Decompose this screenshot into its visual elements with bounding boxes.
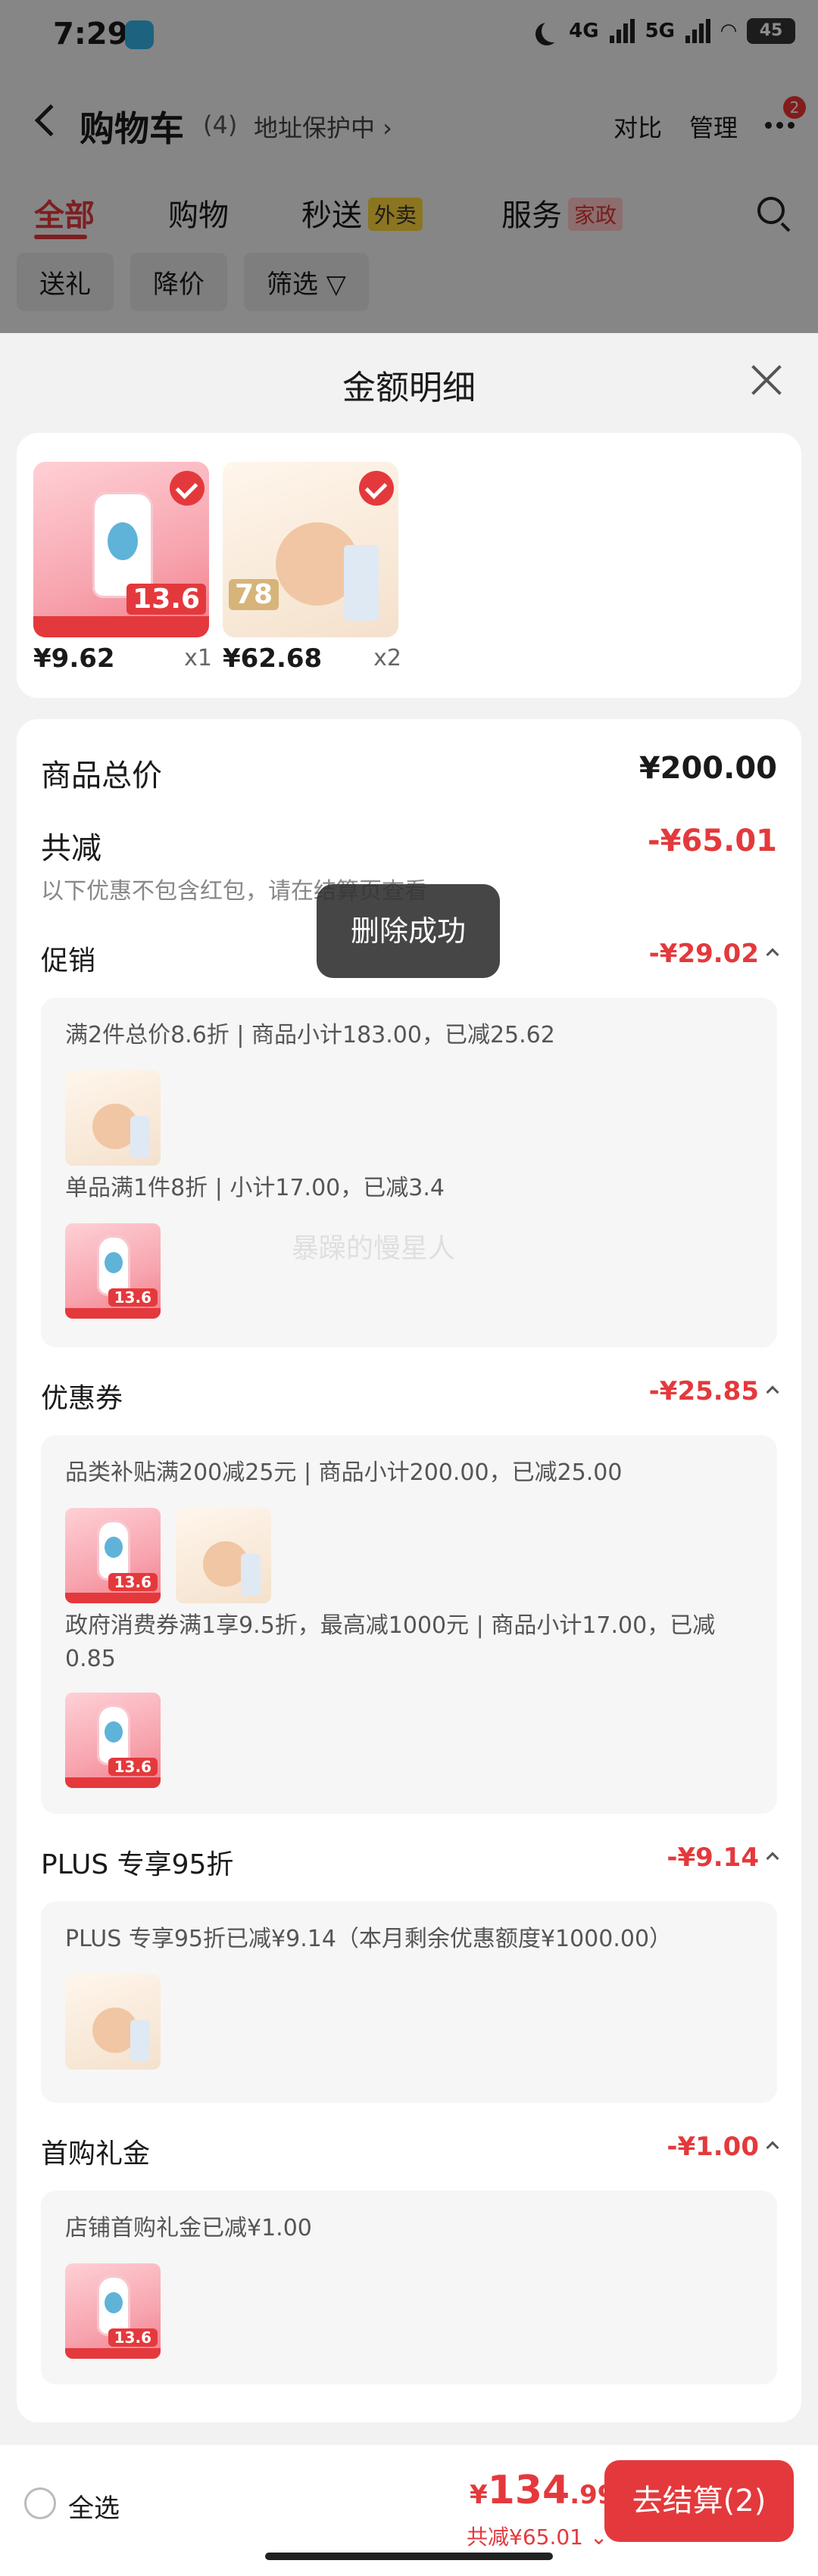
- product-thumb: 13.6: [65, 1693, 161, 1788]
- product-price-tag: 78: [229, 579, 279, 610]
- select-all-radio[interactable]: [24, 2487, 56, 2519]
- thumb-price-tag: 13.6: [108, 2328, 158, 2347]
- coupon-label: 优惠券: [41, 1383, 123, 1414]
- sheet-title: 金额明细: [342, 369, 476, 407]
- product-image: 13.6: [33, 462, 209, 637]
- coupon-value: -¥25.85: [648, 1376, 779, 1406]
- product-item[interactable]: 78 ¥62.68 x2: [223, 462, 404, 674]
- total-integer: 134: [487, 2468, 570, 2513]
- promo-detail: 满2件总价8.6折 | 商品小计183.00，已减25.62 单品满1件8折 |…: [41, 998, 777, 1347]
- plus-label: PLUS 专享95折: [41, 1849, 234, 1880]
- coupon-line: 政府消费券满1享9.5折，最高减1000元 | 商品小计17.00，已减0.85: [65, 1612, 716, 1672]
- promo-value: -¥29.02: [648, 939, 779, 969]
- product-thumb: 13.6: [65, 1223, 161, 1319]
- total-label: 商品总价: [41, 758, 162, 793]
- checkout-button[interactable]: 去结算(2): [604, 2460, 794, 2542]
- reduce-value: -¥65.01: [648, 824, 777, 858]
- product-thumb: [176, 1508, 271, 1603]
- product-thumb: 13.6: [65, 1508, 161, 1603]
- chevron-up-icon: [766, 1852, 779, 1865]
- coupon-section-header[interactable]: 优惠券 -¥25.85: [41, 1376, 779, 1416]
- first-buy-line: 店铺首购礼金已减¥1.00: [65, 2215, 312, 2241]
- currency-symbol: ¥: [470, 2480, 488, 2510]
- plus-detail: PLUS 专享95折已减¥9.14（本月剩余优惠额度¥1000.00）: [41, 1902, 777, 2103]
- product-item[interactable]: 13.6 ¥9.62 x1: [33, 462, 215, 674]
- total-payable: ¥134.99: [470, 2468, 615, 2513]
- product-thumb: [65, 1070, 161, 1166]
- plus-line: PLUS 专享95折已减¥9.14（本月剩余优惠额度¥1000.00）: [65, 1926, 673, 1952]
- reduce-row: 共减 -¥65.01: [41, 824, 777, 867]
- plus-section-header[interactable]: PLUS 专享95折 -¥9.14: [41, 1842, 779, 1882]
- promo-line: 满2件总价8.6折 | 商品小计183.00，已减25.62: [65, 1022, 555, 1048]
- coupon-detail: 品类补贴满200减25元 | 商品小计200.00，已减25.00 13.6 政…: [41, 1435, 777, 1814]
- modal-overlay[interactable]: [0, 0, 818, 333]
- home-indicator[interactable]: [265, 2553, 553, 2560]
- coupon-amount: -¥25.85: [648, 1376, 759, 1406]
- coupon-line: 品类补贴满200减25元 | 商品小计200.00，已减25.00: [65, 1459, 623, 1486]
- total-row: 商品总价 ¥200.00: [41, 751, 777, 795]
- first-buy-detail: 店铺首购礼金已减¥1.00 13.6: [41, 2191, 777, 2384]
- thumb-price-tag: 13.6: [108, 1573, 158, 1591]
- product-price-tag: 13.6: [126, 584, 206, 615]
- amount-detail-sheet: 金额明细 13.6 ¥9.62 x1 78 ¥62.68 x2 商品总价 ¥20…: [0, 333, 818, 2453]
- product-qty: x1: [184, 645, 212, 671]
- checked-icon: [359, 471, 394, 506]
- first-buy-value: -¥1.00: [667, 2132, 779, 2162]
- delete-success-toast: 删除成功: [317, 884, 500, 978]
- promo-label: 促销: [41, 945, 96, 977]
- product-thumb: [65, 1974, 161, 2070]
- thumb-price-tag: 13.6: [108, 1288, 158, 1307]
- product-price: ¥62.68: [223, 643, 323, 674]
- plus-value: -¥9.14: [667, 1842, 779, 1873]
- first-buy-amount: -¥1.00: [667, 2132, 759, 2162]
- total-value: ¥200.00: [638, 751, 777, 786]
- product-thumb: 13.6: [65, 2263, 161, 2359]
- chevron-up-icon: [766, 1385, 779, 1399]
- product-price: ¥9.62: [33, 643, 115, 674]
- chevron-up-icon: [766, 948, 779, 961]
- product-image: 78: [223, 462, 398, 637]
- saved-amount-toggle[interactable]: 共减¥65.01 ⌄: [467, 2521, 607, 2551]
- watermark: 暴躁的慢星人: [292, 1233, 456, 1264]
- checked-icon: [170, 471, 204, 506]
- selected-products: 13.6 ¥9.62 x1 78 ¥62.68 x2: [17, 433, 801, 698]
- thumb-price-tag: 13.6: [108, 1758, 158, 1776]
- first-buy-section-header[interactable]: 首购礼金 -¥1.00: [41, 2132, 779, 2171]
- select-all-label[interactable]: 全选: [68, 2487, 120, 2525]
- chevron-up-icon: [766, 2141, 779, 2154]
- first-buy-label: 首购礼金: [41, 2138, 151, 2170]
- product-qty: x2: [373, 645, 401, 671]
- plus-amount: -¥9.14: [667, 1842, 759, 1873]
- close-icon[interactable]: [747, 360, 785, 398]
- promo-line: 单品满1件8折 | 小计17.00，已减3.4: [65, 1175, 445, 1201]
- promo-amount: -¥29.02: [648, 939, 759, 969]
- reduce-label: 共减: [41, 831, 101, 866]
